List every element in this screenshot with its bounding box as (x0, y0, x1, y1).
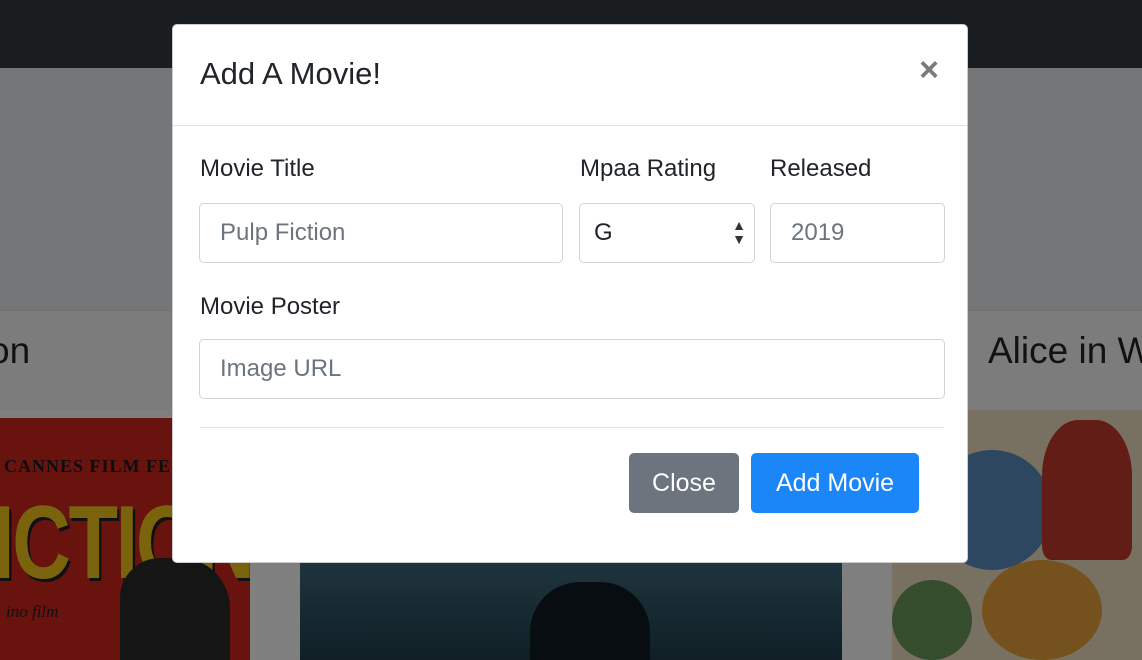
add-movie-modal: Add A Movie! × Movie Title Mpaa Rating G… (172, 24, 968, 563)
modal-footer-divider (200, 427, 944, 428)
mpaa-rating-select[interactable]: G ▲ ▼ (579, 203, 755, 263)
movie-title-label: Movie Title (200, 155, 315, 182)
mpaa-rating-value: G (594, 219, 613, 246)
movie-poster-input[interactable] (199, 339, 945, 399)
close-button[interactable]: Close (629, 453, 739, 513)
released-label: Released (770, 155, 872, 182)
movie-title-input[interactable] (199, 203, 563, 263)
close-icon[interactable]: × (913, 53, 945, 87)
select-arrows-icon: ▲ ▼ (732, 217, 746, 247)
modal-header: Add A Movie! × (173, 25, 967, 126)
mpaa-rating-label: Mpaa Rating (580, 155, 717, 182)
released-input[interactable] (770, 203, 945, 263)
movie-poster-label: Movie Poster (200, 293, 341, 320)
modal-title: Add A Movie! (200, 56, 381, 91)
add-movie-button[interactable]: Add Movie (751, 453, 919, 513)
